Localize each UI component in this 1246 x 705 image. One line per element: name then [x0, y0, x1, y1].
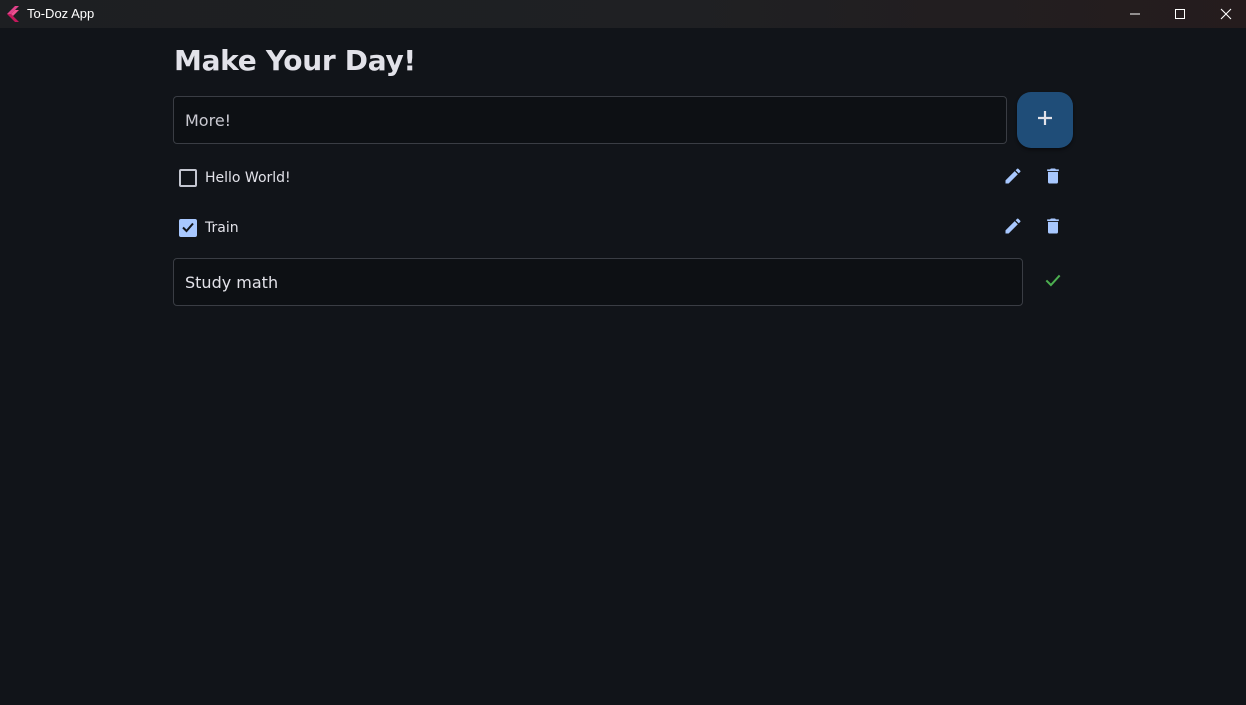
todo-checkbox[interactable] — [179, 169, 197, 187]
confirm-edit-button[interactable] — [1037, 266, 1069, 298]
todo-checkbox[interactable] — [179, 219, 197, 237]
window-title: To-Doz App — [27, 6, 95, 21]
trash-icon — [1043, 166, 1063, 190]
pencil-icon — [1003, 166, 1023, 190]
flutter-logo-icon — [6, 6, 20, 22]
minimize-icon — [1129, 5, 1141, 24]
minimize-button[interactable] — [1112, 0, 1158, 28]
todo-label: Train — [205, 220, 239, 236]
plus-icon — [1037, 110, 1053, 130]
todo-item: Train — [173, 208, 1073, 248]
new-task-input[interactable] — [173, 96, 1007, 144]
page-title: Make Your Day! — [174, 44, 416, 77]
delete-button[interactable] — [1037, 162, 1069, 194]
edit-button[interactable] — [997, 162, 1029, 194]
edit-task-input[interactable] — [173, 258, 1023, 306]
todo-item: Hello World! — [173, 158, 1073, 198]
pencil-icon — [1003, 216, 1023, 240]
maximize-button[interactable] — [1157, 0, 1203, 28]
title-bar: To-Doz App — [0, 0, 1246, 28]
checkmark-icon — [181, 219, 195, 238]
close-icon — [1220, 5, 1232, 24]
close-button[interactable] — [1203, 0, 1246, 28]
edit-button[interactable] — [997, 212, 1029, 244]
todo-label: Hello World! — [205, 170, 291, 186]
trash-icon — [1043, 216, 1063, 240]
check-icon — [1043, 270, 1063, 294]
delete-button[interactable] — [1037, 212, 1069, 244]
maximize-icon — [1174, 5, 1186, 24]
add-task-button[interactable] — [1017, 92, 1073, 148]
